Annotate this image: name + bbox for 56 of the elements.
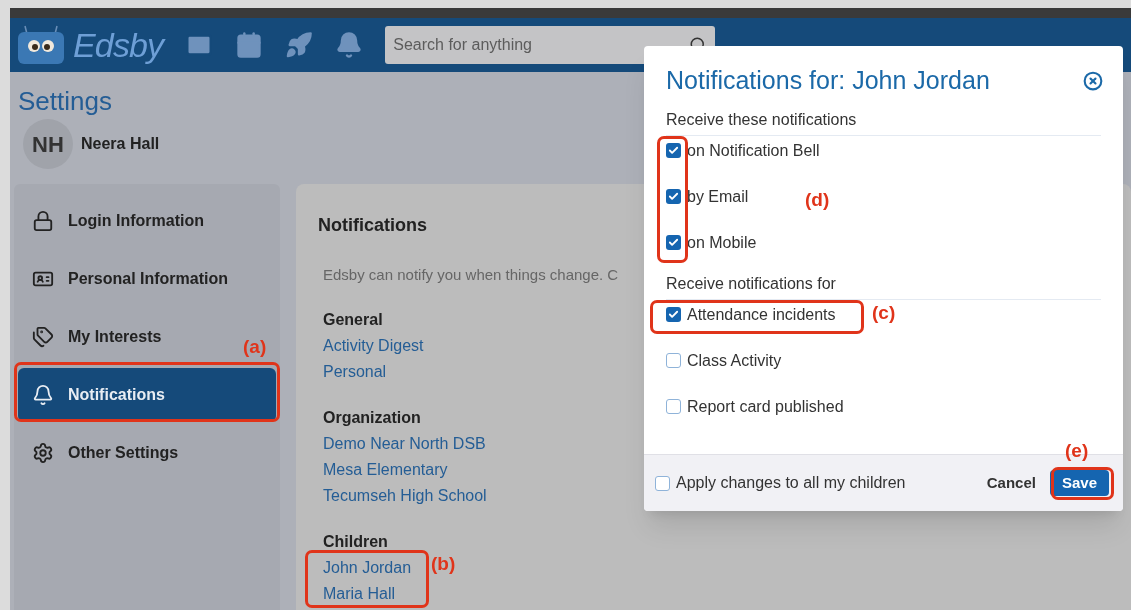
sidebar-item[interactable]: Login Information [18, 194, 212, 248]
annotation-label: (d) [805, 188, 830, 212]
highlight-outline [1051, 467, 1114, 500]
option-label: on Mobile [687, 233, 757, 252]
group-link[interactable]: Maria Hall [323, 580, 395, 607]
group-link[interactable]: Personal [323, 358, 387, 385]
cancel-button[interactable]: Cancel [986, 471, 1036, 495]
group-link[interactable]: Tecumseh High School [323, 482, 487, 509]
group-link[interactable]: Activity Digest [323, 332, 424, 359]
calendar-icon[interactable] [235, 31, 264, 59]
option-label: Attendance incidents [687, 305, 836, 324]
checkbox[interactable] [666, 143, 681, 158]
checkbox[interactable] [666, 189, 681, 204]
option-label: Class Activity [687, 351, 782, 370]
group-link[interactable]: John Jordan [323, 554, 412, 581]
annotation-label: (b) [431, 552, 456, 576]
group-heading: General [323, 309, 383, 330]
sidebar-item[interactable]: Notifications [18, 368, 276, 422]
checkbox[interactable] [655, 475, 670, 491]
group-heading: Receive these notifications [666, 107, 1101, 136]
dialog-title: Notifications for: John Jordan [666, 65, 990, 96]
tags-icon [32, 326, 54, 348]
group-heading: Organization [323, 407, 421, 428]
page-title: Settings [18, 86, 113, 116]
bell-icon[interactable] [335, 31, 364, 59]
sidebar-item[interactable]: Other Settings [18, 426, 187, 480]
group-link[interactable]: Mesa Elementary [323, 456, 448, 483]
option-label: Report card published [687, 397, 844, 416]
option-label: by Email [687, 187, 749, 206]
settings-icon [32, 442, 54, 464]
section-title: Notifications [318, 214, 427, 237]
search-field[interactable]: Search for anything [385, 26, 716, 64]
group-heading: Receive notifications for [666, 271, 1101, 300]
option-label: on Notification Bell [687, 141, 820, 160]
checkbox[interactable] [666, 235, 681, 250]
apply-all-label: Apply changes to all my children [676, 473, 906, 493]
annotation-label: (a) [243, 335, 267, 359]
sidebar-item[interactable]: Personal Information [18, 252, 237, 306]
annotation-label: (e) [1065, 439, 1089, 463]
lock-icon [32, 210, 54, 232]
logo-text: Edsby [73, 24, 164, 66]
avatar: NH [23, 119, 73, 169]
group-heading: Children [323, 531, 388, 552]
group-link[interactable]: Demo Near North DSB [323, 430, 486, 457]
description-text: Edsby can notify you when things change. C [323, 265, 619, 285]
robot-logo-icon [17, 24, 65, 66]
bell-icon [32, 384, 54, 406]
close-icon[interactable] [1083, 70, 1103, 91]
sidebar-item[interactable]: My Interests [18, 310, 170, 364]
save-button[interactable]: Save [1049, 470, 1109, 496]
annotation-label: (c) [872, 301, 896, 325]
checkbox[interactable] [666, 399, 681, 414]
checkbox[interactable] [666, 307, 681, 322]
checkbox[interactable] [666, 353, 681, 368]
user-name: Neera Hall [81, 134, 160, 154]
rocket-icon[interactable] [285, 31, 314, 59]
